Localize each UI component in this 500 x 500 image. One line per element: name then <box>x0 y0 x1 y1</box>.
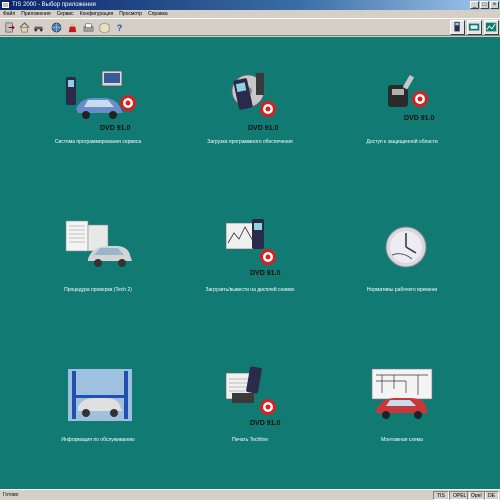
app-label: Система программирования сервиса <box>54 139 142 145</box>
status-field-application: TIS <box>433 491 449 500</box>
tech2-icon[interactable] <box>450 20 465 35</box>
app-label: Загрузить/вывести на дисплей снимок <box>205 287 295 293</box>
status-text: Готово <box>3 492 19 498</box>
app-labour-times[interactable]: Нормативы рабочего времени <box>332 215 472 305</box>
security-key-icon: DVD 91.0 <box>388 74 434 122</box>
app-icon <box>2 2 9 8</box>
wiring-diagram-icon <box>371 368 433 419</box>
globe-icon[interactable] <box>50 21 62 33</box>
app-wiring-diagram[interactable]: Монтажная схема <box>332 365 472 455</box>
app-label: Доступ к защищенной области <box>366 139 438 145</box>
minimize-button[interactable]: _ <box>470 1 479 9</box>
technician-icon[interactable] <box>66 21 78 33</box>
app-label: Нормативы рабочего времени <box>366 287 438 293</box>
labour-time-icon <box>385 226 427 268</box>
home-icon[interactable] <box>18 21 30 33</box>
exit-icon[interactable] <box>3 21 15 33</box>
menu-configuration[interactable]: Конфигурация <box>80 10 114 18</box>
status-field-make: Opel <box>467 491 486 500</box>
car-icon[interactable] <box>32 21 44 33</box>
menu-bar: Файл Приложения Сервис Конфигурация Прос… <box>0 10 500 18</box>
app-techline-print[interactable]: DVD 91.0 Печать Techline <box>180 365 320 455</box>
software-download-icon: DVD 91.0 <box>231 73 278 132</box>
app-test-procedure[interactable]: Процедура проверки (Tech 2) <box>28 215 168 305</box>
menu-help[interactable]: Справка <box>148 10 168 18</box>
dvd-badge: DVD 91.0 <box>248 125 278 132</box>
menu-file[interactable]: Файл <box>3 10 15 18</box>
app-security-access[interactable]: DVD 91.0 Доступ к защищенной области <box>332 67 472 157</box>
service-info-icon <box>68 369 132 421</box>
menu-service[interactable]: Сервис <box>57 10 74 18</box>
dvd-badge: DVD 91.0 <box>250 420 280 427</box>
svg-text:?: ? <box>116 23 122 33</box>
techline-print-icon: DVD 91.0 <box>225 366 280 427</box>
programming-icon[interactable] <box>467 20 482 35</box>
manual-icon[interactable] <box>98 21 110 33</box>
app-service-info[interactable]: Информация по обслуживанию <box>28 365 168 455</box>
maximize-button[interactable]: □ <box>480 1 489 9</box>
print-icon[interactable] <box>82 21 94 33</box>
app-label: Информация по обслуживанию <box>61 437 135 443</box>
title-bar: TIS 2000 - Выбор приложения _ □ × <box>0 0 500 10</box>
close-button[interactable]: × <box>490 1 499 9</box>
dvd-badge: DVD 91.0 <box>404 115 434 122</box>
app-label: Монтажная схема <box>381 437 423 443</box>
dvd-badge: DVD 91.0 <box>100 125 130 132</box>
app-label: Печать Techline <box>231 437 269 443</box>
car-programming-icon: DVD 91.0 <box>66 70 136 132</box>
diagnostics-icon[interactable] <box>484 20 499 35</box>
app-snapshot[interactable]: DVD 91.0 Загрузить/вывести на дисплей сн… <box>180 215 320 305</box>
window-title: TIS 2000 - Выбор приложения <box>12 2 96 8</box>
help-icon[interactable]: ? <box>113 21 125 33</box>
app-label: Загрузка программного обеспечения <box>207 139 293 145</box>
status-bar: Готово TIS OPEL Opel DE <box>0 489 500 500</box>
test-procedure-icon <box>65 220 132 267</box>
menu-applications[interactable]: Приложения <box>21 10 50 18</box>
menu-view[interactable]: Просмотр <box>119 10 142 18</box>
app-software-download[interactable]: DVD 91.0 Загрузка программного обеспечен… <box>180 67 320 157</box>
toolbar: ? <box>0 18 500 36</box>
dvd-badge: DVD 91.0 <box>250 270 280 277</box>
app-service-programming[interactable]: DVD 91.0 Система программирования сервис… <box>28 67 168 157</box>
status-field-language: DE <box>484 491 499 500</box>
app-label: Процедура проверки (Tech 2) <box>64 287 132 293</box>
snapshot-icon: DVD 91.0 <box>225 219 280 277</box>
application-desktop: DVD 91.0 Система программирования сервис… <box>0 37 500 489</box>
window-controls: _ □ × <box>470 1 499 9</box>
